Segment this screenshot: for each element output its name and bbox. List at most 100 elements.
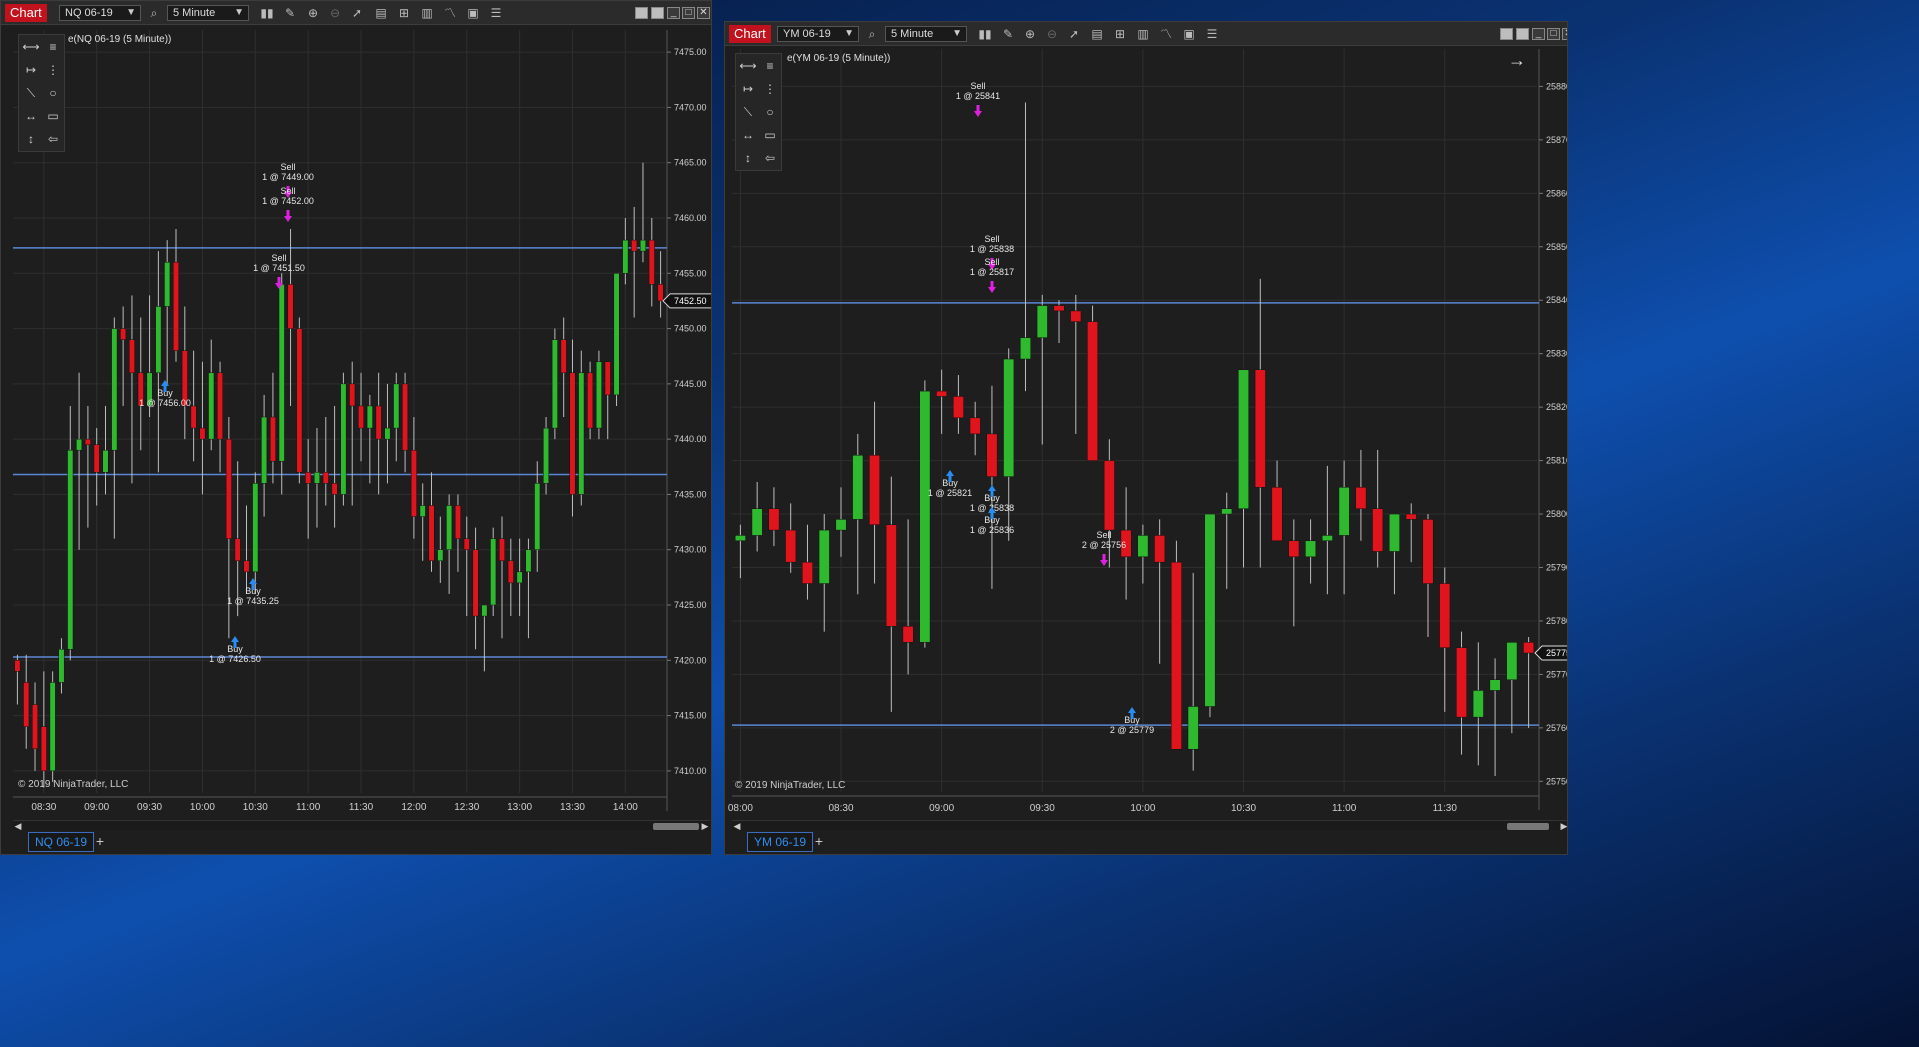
fib-icon[interactable]: ⋮ (44, 62, 62, 78)
close-icon[interactable]: ✕ (697, 7, 710, 19)
properties-icon[interactable]: ⊞ (1112, 26, 1128, 42)
more-icon[interactable]: ☰ (1204, 26, 1220, 42)
instrument-selector[interactable]: NQ 06-19 ▼ (59, 5, 141, 21)
x-tick-label: 09:30 (1030, 803, 1055, 814)
chart-panel[interactable]: 25880 25870 25860 25850 25840 25830 25820 25810… (728, 49, 1568, 825)
data-box-icon[interactable]: ▤ (373, 5, 389, 21)
vertical-line-icon[interactable]: ↕ (22, 131, 40, 147)
close-icon[interactable]: ✕ (1562, 28, 1567, 40)
candle-body (1355, 487, 1367, 509)
ray-icon[interactable]: ↦ (739, 81, 757, 97)
candle-body (217, 372, 224, 440)
minimize-icon[interactable]: _ (667, 7, 680, 19)
tab-nq[interactable]: NQ 06-19 (28, 832, 95, 852)
line-icon[interactable]: ⟷ (739, 58, 757, 74)
chart-tab-strip: YM 06-19 + (725, 830, 1567, 854)
zoom-out-icon[interactable]: ⊖ (327, 5, 343, 21)
candle-body (358, 405, 365, 429)
candle-body (164, 261, 171, 307)
x-tick-label: 10:30 (1231, 803, 1256, 814)
ray-icon[interactable]: ↦ (22, 62, 40, 78)
price-chart-nq[interactable]: 7475.00 7470.00 7465.00 7460.00 7455.00 7450.… (13, 30, 711, 825)
extended-line-icon[interactable]: ↔ (22, 108, 40, 124)
instrument-selector[interactable]: YM 06-19 ▼ (777, 26, 859, 42)
strategies-icon[interactable]: 〽 (1158, 26, 1174, 42)
candle-body (384, 427, 391, 440)
candle-body (648, 239, 655, 285)
y-tick-label: 7455.00 (674, 268, 707, 278)
interval-selector[interactable]: 5 Minute ▼ (167, 5, 249, 21)
y-tick-label: 7425.00 (674, 600, 707, 610)
chart-title-badge[interactable]: Chart (5, 4, 47, 22)
horizontal-lines-icon[interactable]: ≡ (44, 39, 62, 55)
indicators-icon[interactable]: ▥ (1135, 26, 1151, 42)
maximize-icon[interactable]: □ (682, 7, 695, 19)
interval-value: 5 Minute (173, 7, 216, 19)
add-tab-button[interactable]: + (92, 833, 108, 850)
tile-icon[interactable] (1500, 28, 1513, 40)
chart-title-badge[interactable]: Chart (729, 25, 771, 43)
vertical-line-icon[interactable]: ↕ (739, 150, 757, 166)
pencil-icon[interactable]: ✎ (282, 5, 298, 21)
pencil-icon[interactable]: ✎ (1000, 26, 1016, 42)
candle-body (375, 405, 382, 440)
diagonal-line-icon[interactable]: ⟍ (739, 104, 757, 120)
add-tab-button[interactable]: + (811, 833, 827, 850)
candle-body (1238, 369, 1249, 509)
x-tick-label: 08:30 (31, 802, 56, 813)
arrow-icon[interactable]: ⇦ (761, 150, 779, 166)
candle-body (604, 361, 611, 396)
arrow-icon[interactable]: ⇦ (44, 131, 62, 147)
templates-icon[interactable]: ▣ (1181, 26, 1197, 42)
interval-selector[interactable]: 5 Minute ▼ (885, 26, 967, 42)
indicators-icon[interactable]: ▥ (419, 5, 435, 21)
rectangle-icon[interactable]: ▭ (44, 108, 62, 124)
candle-body (366, 405, 373, 429)
scroll-thumb[interactable] (1507, 823, 1549, 830)
templates-icon[interactable]: ▣ (465, 5, 481, 21)
x-tick-label: 13:30 (560, 802, 585, 813)
ellipse-icon[interactable]: ○ (761, 104, 779, 120)
x-tick-label: 13:00 (507, 802, 532, 813)
minimize-icon[interactable]: _ (1532, 28, 1545, 40)
pointer-icon[interactable]: ➚ (1066, 26, 1082, 42)
horizontal-lines-icon[interactable]: ≡ (761, 58, 779, 74)
price-chart-ym[interactable]: 25880 25870 25860 25850 25840 25830 25820 25810… (728, 49, 1568, 825)
diagonal-line-icon[interactable]: ⟍ (22, 85, 40, 101)
zoom-in-icon[interactable]: ⊕ (1022, 26, 1038, 42)
properties-icon[interactable]: ⊞ (396, 5, 412, 21)
maximize-icon[interactable]: □ (1547, 28, 1560, 40)
x-tick-label: 11:30 (1433, 803, 1458, 814)
candle-body (986, 433, 998, 477)
candle-body (1170, 561, 1182, 750)
search-icon[interactable]: ⌕ (864, 26, 880, 42)
zoom-in-icon[interactable]: ⊕ (305, 5, 321, 21)
rectangle-icon[interactable]: ▭ (761, 127, 779, 143)
tile-icon[interactable] (651, 7, 664, 19)
tab-ym[interactable]: YM 06-19 (747, 832, 814, 852)
extended-line-icon[interactable]: ↔ (739, 127, 757, 143)
strategies-icon[interactable]: 〽 (442, 5, 458, 21)
candle-body (313, 472, 320, 484)
gridlines (13, 30, 665, 793)
fib-icon[interactable]: ⋮ (761, 81, 779, 97)
pointer-icon[interactable]: ➚ (349, 5, 365, 21)
scroll-thumb[interactable] (653, 823, 699, 830)
bar-type-icon[interactable]: ▮▮ (259, 5, 275, 21)
execution-price-label: 1 @ 25841 (956, 91, 1000, 101)
bar-type-icon[interactable]: ▮▮ (977, 26, 993, 42)
data-box-icon[interactable]: ▤ (1089, 26, 1105, 42)
search-icon[interactable]: ⌕ (146, 5, 162, 21)
y-tick-label: 25810 (1546, 456, 1568, 466)
more-icon[interactable]: ☰ (488, 5, 504, 21)
execution-price-label: 1 @ 7449.00 (262, 172, 314, 182)
x-tick-label: 10:00 (1130, 803, 1155, 814)
tile-icon[interactable] (1516, 28, 1529, 40)
ellipse-icon[interactable]: ○ (44, 85, 62, 101)
chart-panel[interactable]: 7475.00 7470.00 7465.00 7460.00 7455.00 7450.… (13, 30, 711, 825)
arrow-right-icon[interactable]: → (1508, 50, 1526, 71)
execution-price-label: 1 @ 7456.00 (139, 398, 191, 408)
zoom-out-icon[interactable]: ⊖ (1044, 26, 1060, 42)
tile-icon[interactable] (635, 7, 648, 19)
line-icon[interactable]: ⟷ (22, 39, 40, 55)
